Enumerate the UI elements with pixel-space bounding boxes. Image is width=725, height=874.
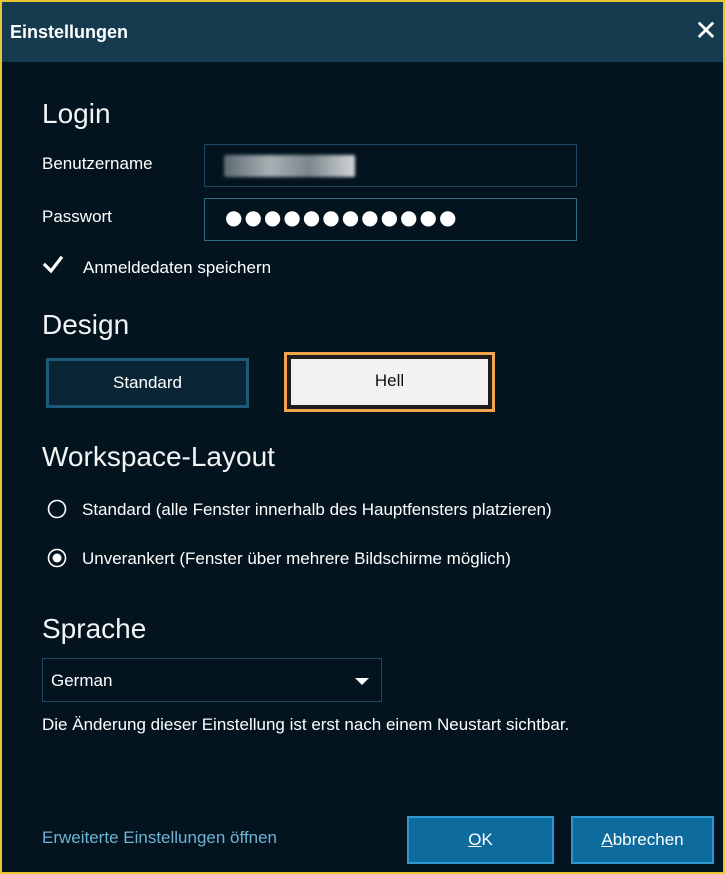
login-heading: Login: [42, 98, 111, 129]
dropdown-arrow-icon: [355, 678, 369, 685]
settings-dialog: Einstellungen ✕ Login Benutzername Passw…: [0, 0, 725, 874]
username-field[interactable]: [204, 144, 577, 187]
design-hell-label: Hell: [291, 359, 488, 405]
ok-label-rest: K: [481, 830, 493, 849]
radio-unverankert[interactable]: [47, 548, 67, 568]
radio-standard-label[interactable]: Standard (alle Fenster innerhalb des Hau…: [82, 500, 552, 520]
title-bar[interactable]: Einstellungen ✕: [2, 2, 723, 62]
design-hell-button[interactable]: Hell: [284, 352, 495, 412]
advanced-settings-link[interactable]: Erweiterte Einstellungen öffnen: [42, 828, 277, 848]
password-field[interactable]: ●●●●●●●●●●●●: [204, 198, 577, 241]
language-select[interactable]: German: [42, 658, 382, 702]
restart-note: Die Änderung dieser Einstellung ist erst…: [42, 715, 570, 734]
language-value: German: [51, 671, 113, 690]
radio-standard[interactable]: [47, 499, 67, 519]
language-heading: Sprache: [42, 613, 147, 644]
cancel-button[interactable]: Abbrechen: [571, 816, 714, 864]
cancel-label-rest: bbrechen: [612, 830, 684, 849]
design-heading: Design: [42, 309, 130, 340]
password-label: Passwort: [42, 207, 112, 226]
ok-button[interactable]: OK: [407, 816, 554, 864]
workspace-heading: Workspace-Layout: [42, 441, 275, 472]
checkmark-icon[interactable]: [42, 254, 64, 276]
design-standard-button[interactable]: Standard: [46, 358, 249, 408]
redacted-username: [224, 155, 355, 177]
radio-unverankert-label[interactable]: Unverankert (Fenster über mehrere Bildsc…: [82, 549, 511, 569]
close-icon[interactable]: ✕: [689, 14, 723, 48]
cancel-mnemonic: A: [601, 830, 613, 849]
password-mask: ●●●●●●●●●●●●: [225, 205, 459, 229]
ok-mnemonic: O: [468, 830, 482, 849]
username-label: Benutzername: [42, 154, 153, 173]
save-credentials-label[interactable]: Anmeldedaten speichern: [83, 258, 271, 278]
dialog-title: Einstellungen: [10, 22, 129, 42]
